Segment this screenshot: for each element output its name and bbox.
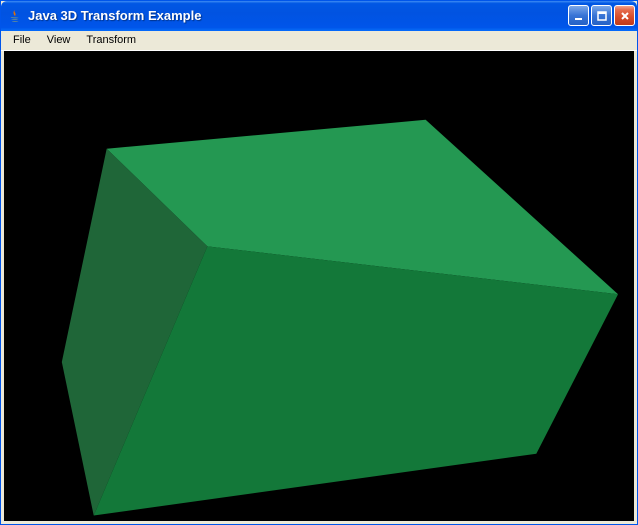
3d-canvas[interactable]: [4, 51, 634, 522]
scene-svg: [4, 51, 634, 522]
window-controls: [568, 5, 635, 26]
menubar: File View Transform: [1, 31, 637, 51]
close-button[interactable]: [614, 5, 635, 26]
window-title: Java 3D Transform Example: [28, 8, 568, 23]
menu-file[interactable]: File: [5, 32, 39, 48]
java-app-icon: [7, 8, 23, 24]
maximize-button[interactable]: [591, 5, 612, 26]
titlebar[interactable]: Java 3D Transform Example: [1, 1, 637, 31]
menu-transform[interactable]: Transform: [78, 32, 144, 48]
app-window: Java 3D Transform Example File View Tran…: [0, 0, 638, 525]
minimize-button[interactable]: [568, 5, 589, 26]
menu-view[interactable]: View: [39, 32, 79, 48]
